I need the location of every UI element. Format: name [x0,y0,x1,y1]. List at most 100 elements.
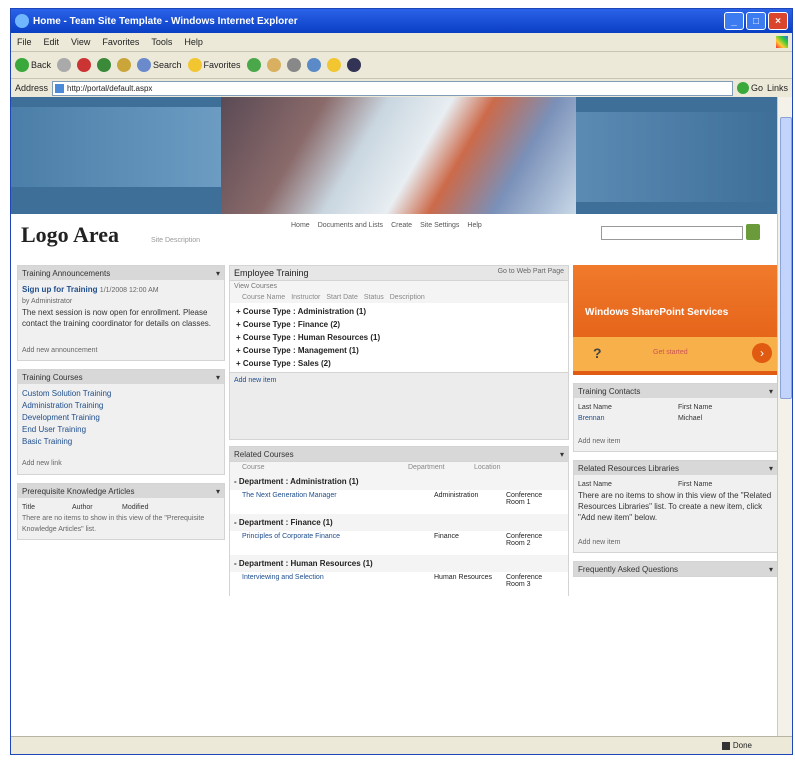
address-input[interactable]: http://portal/default.aspx [52,80,733,96]
faq-panel: Frequently Asked Questions ▾ [573,561,778,577]
panel-menu-icon[interactable]: ▾ [769,565,773,574]
edit-icon[interactable] [306,58,321,72]
add-resource-link[interactable]: Add new item [578,537,773,548]
group-row[interactable]: + Course Type : Human Resources (1) [236,331,562,344]
maximize-button[interactable]: □ [746,12,766,30]
course-link[interactable]: Basic Training [22,436,220,448]
nav-create[interactable]: Create [391,222,412,229]
menu-view[interactable]: View [71,37,90,47]
contact-row[interactable]: Brennan Michael [578,413,773,424]
scrollbar-thumb[interactable] [780,117,792,399]
go-button[interactable]: Go [736,82,763,94]
nav-home[interactable]: Home [291,222,310,229]
nav-site-settings[interactable]: Site Settings [420,222,459,229]
col-first-name[interactable]: First Name [678,479,773,490]
group-row[interactable]: + Course Type : Administration (1) [236,305,562,318]
panel-menu-icon[interactable]: ▾ [216,487,220,496]
col-title[interactable]: Title [22,502,72,513]
folder-icon[interactable] [326,58,341,72]
course-location: Conference Room 3 [506,574,543,588]
menu-edit[interactable]: Edit [44,37,60,47]
close-button[interactable]: × [768,12,788,30]
messenger-icon[interactable] [346,58,361,72]
courses-list: Custom Solution Training Administration … [18,384,224,474]
left-column: Training Announcements ▾ Sign up for Trai… [17,265,225,548]
add-link[interactable]: Add new link [22,458,220,470]
course-link[interactable]: End User Training [22,424,220,436]
announcement-body: The next session is now open for enrollm… [22,308,211,328]
col-department[interactable]: Department [408,464,468,471]
dept-group[interactable]: - Department : Human Resources (1) [229,555,569,572]
search-button[interactable]: Search [137,58,182,72]
course-row[interactable]: Interviewing and Selection Human Resourc… [229,572,569,596]
nav-help[interactable]: Help [467,222,481,229]
col-author[interactable]: Author [72,502,122,513]
group-row[interactable]: + Course Type : Management (1) [236,344,562,357]
promo-arrow-icon[interactable]: › [752,343,772,363]
sharepoint-promo[interactable]: Windows SharePoint Services ? Get starte… [573,265,778,375]
favorites-button[interactable]: Favorites [187,58,241,72]
view-courses-label: View Courses [229,281,569,292]
history-icon[interactable] [246,58,261,72]
print-icon[interactable] [286,58,301,72]
panel-menu-icon[interactable]: ▾ [216,373,220,382]
course-name[interactable]: Principles of Corporate Finance [242,533,434,547]
course-row[interactable]: Principles of Corporate Finance Finance … [229,531,569,555]
course-name[interactable]: The Next Generation Manager [242,492,434,506]
col-course[interactable]: Course [242,464,402,471]
links-label[interactable]: Links [767,83,788,93]
col-last-name[interactable]: Last Name [578,479,678,490]
minimize-button[interactable]: _ [724,12,744,30]
courses-title: Training Courses [22,372,83,382]
dept-group[interactable]: - Department : Finance (1) [229,514,569,531]
menu-tools[interactable]: Tools [151,37,172,47]
course-link[interactable]: Development Training [22,412,220,424]
related-courses-title: Related Courses [234,449,294,459]
back-button[interactable]: Back [15,58,51,72]
panel-menu-icon[interactable]: ▾ [769,387,773,396]
nav-documents[interactable]: Documents and Lists [318,222,383,229]
course-link[interactable]: Custom Solution Training [22,388,220,400]
stop-icon[interactable] [77,58,92,72]
menu-help[interactable]: Help [184,37,203,47]
site-logo[interactable]: Logo Area [21,222,119,248]
dept-group[interactable]: - Department : Administration (1) [229,473,569,490]
site-search-button[interactable] [746,224,760,240]
group-row[interactable]: + Course Type : Finance (2) [236,318,562,331]
filter-description[interactable]: Description [390,294,425,301]
panel-menu-icon[interactable]: ▾ [560,450,564,459]
col-modified[interactable]: Modified [122,502,148,513]
status-bar: Done [11,736,792,754]
forward-icon[interactable] [57,58,72,72]
windows-logo-icon [776,36,788,48]
group-row[interactable]: + Course Type : Sales (2) [236,357,562,370]
col-first-name[interactable]: First Name [678,402,773,413]
menu-favorites[interactable]: Favorites [102,37,139,47]
course-row[interactable]: The Next Generation Manager Administrati… [229,490,569,514]
add-item-link[interactable]: Add new item [234,377,276,384]
related-courses-header: Related Courses ▾ [229,446,569,462]
add-announcement-link[interactable]: Add new announcement [22,345,220,356]
col-location[interactable]: Location [474,464,500,471]
announcement-heading[interactable]: Sign up for Training [22,285,98,294]
site-search-input[interactable] [601,226,743,240]
web-part-link[interactable]: Go to Web Part Page [498,268,564,278]
vertical-scrollbar[interactable] [777,97,792,737]
add-item-bar: Add new item [229,373,569,440]
course-link[interactable]: Administration Training [22,400,220,412]
menu-file[interactable]: File [17,37,32,47]
mail-icon[interactable] [266,58,281,72]
promo-link[interactable]: Get started [653,349,688,356]
filter-status[interactable]: Status [364,294,384,301]
filter-instructor[interactable]: Instructor [291,294,320,301]
col-last-name[interactable]: Last Name [578,402,678,413]
refresh-icon[interactable] [97,58,112,72]
panel-menu-icon[interactable]: ▾ [216,269,220,278]
home-icon[interactable] [117,58,132,72]
add-contact-link[interactable]: Add new item [578,436,773,447]
course-name[interactable]: Interviewing and Selection [242,574,434,588]
panel-menu-icon[interactable]: ▾ [769,464,773,473]
filter-start-date[interactable]: Start Date [326,294,358,301]
filter-course-name[interactable]: Course Name [242,294,285,301]
contact-last[interactable]: Brennan [578,413,678,424]
